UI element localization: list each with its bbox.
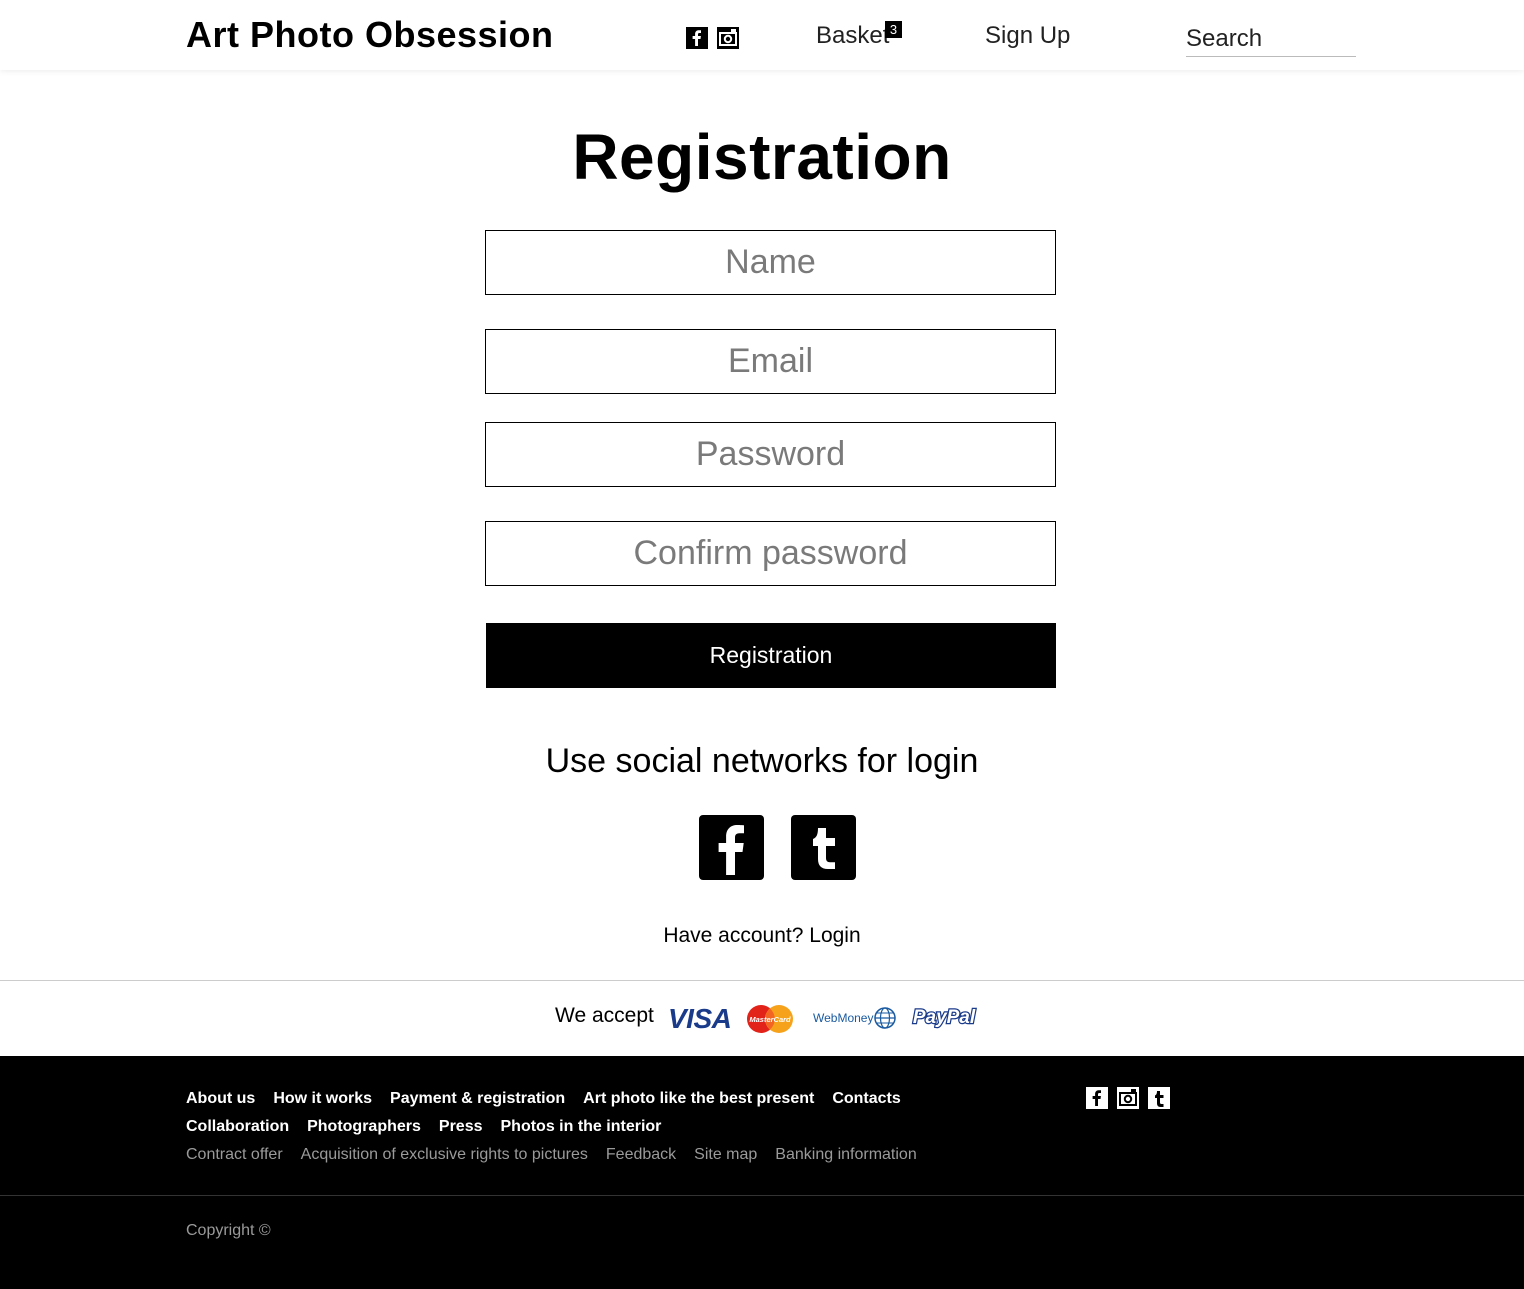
footer-nav-tertiary: Contract offer Acquisition of exclusive r…: [186, 1146, 935, 1164]
svg-text:MasterCard: MasterCard: [749, 1015, 791, 1024]
site-header: Art Photo Obsession Basket 3 Sign Up: [0, 0, 1524, 70]
footer-link-collaboration[interactable]: Collaboration: [186, 1118, 289, 1135]
mastercard-logo: MasterCard: [746, 1004, 794, 1034]
webmoney-globe-icon: [874, 1007, 896, 1029]
footer-link-how-it-works[interactable]: How it works: [273, 1090, 372, 1107]
name-field[interactable]: [485, 230, 1056, 295]
have-account-text: Have account?: [663, 924, 804, 947]
tumblr-login-button[interactable]: [791, 815, 856, 880]
instagram-icon[interactable]: [1117, 1087, 1139, 1109]
footer-link-payment-registration[interactable]: Payment & registration: [390, 1090, 565, 1107]
basket-count-badge: 3: [885, 21, 902, 38]
facebook-icon: [699, 815, 764, 880]
footer-link-site-map[interactable]: Site map: [694, 1146, 757, 1163]
signup-link[interactable]: Sign Up: [985, 22, 1070, 50]
webmoney-logo: WebMoney: [813, 1011, 874, 1025]
tumblr-icon[interactable]: [1148, 1087, 1170, 1109]
copyright-text: Copyright ©: [186, 1222, 271, 1239]
basket-link[interactable]: Basket: [816, 22, 889, 50]
email-field[interactable]: [485, 329, 1056, 394]
footer-link-best-present[interactable]: Art photo like the best present: [583, 1090, 814, 1107]
footer-nav-secondary: Collaboration Photographers Press Photos in…: [186, 1118, 679, 1136]
footer-link-photographers[interactable]: Photographers: [307, 1118, 421, 1135]
footer-link-exclusive-rights[interactable]: Acquisition of exclusive rights to pictu…: [301, 1146, 588, 1163]
paypal-logo: PayPal: [909, 1005, 979, 1030]
registration-button[interactable]: Registration: [486, 623, 1056, 688]
instagram-icon[interactable]: [717, 27, 739, 49]
search-input[interactable]: [1186, 22, 1356, 57]
have-account-line: Have account? Login: [0, 924, 1524, 948]
password-field[interactable]: [485, 422, 1056, 487]
footer-link-contacts[interactable]: Contacts: [832, 1090, 900, 1107]
payment-methods-strip: We accept VISA MasterCard WebMoney PayPa…: [0, 980, 1524, 1056]
tumblr-icon: [791, 815, 856, 880]
footer-nav-primary: About us How it works Payment & registrati…: [186, 1090, 919, 1108]
footer-link-banking-info[interactable]: Banking information: [775, 1146, 916, 1163]
confirm-password-field[interactable]: [485, 521, 1056, 586]
facebook-icon[interactable]: [1086, 1087, 1108, 1109]
footer-link-photos-interior[interactable]: Photos in the interior: [501, 1118, 662, 1135]
visa-logo: VISA: [668, 1003, 732, 1034]
footer-link-feedback[interactable]: Feedback: [606, 1146, 676, 1163]
footer-link-about[interactable]: About us: [186, 1090, 255, 1107]
page-title: Registration: [572, 121, 952, 193]
footer-link-contract-offer[interactable]: Contract offer: [186, 1146, 283, 1163]
site-logo[interactable]: Art Photo Obsession: [186, 14, 554, 56]
facebook-login-button[interactable]: [699, 815, 764, 880]
svg-text:PayPal: PayPal: [913, 1007, 976, 1028]
site-footer: About us How it works Payment & registrati…: [0, 1056, 1524, 1289]
footer-link-press[interactable]: Press: [439, 1118, 483, 1135]
we-accept-label: We accept: [555, 1004, 654, 1027]
login-link[interactable]: Login: [809, 924, 860, 947]
facebook-icon[interactable]: [686, 27, 708, 49]
social-login-heading: Use social networks for login: [545, 742, 979, 780]
footer-divider: [0, 1195, 1524, 1196]
